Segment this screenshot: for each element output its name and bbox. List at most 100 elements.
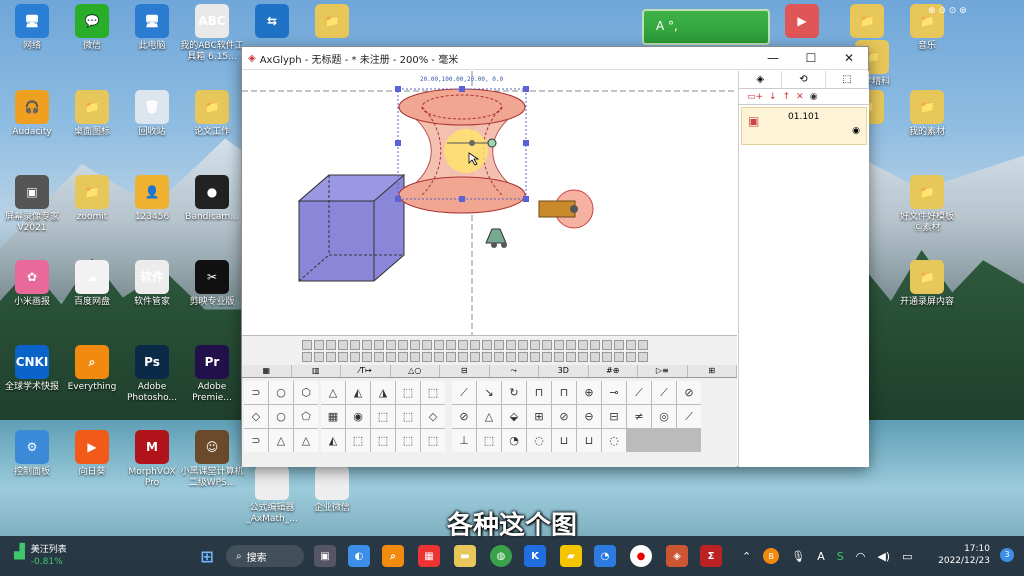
shape-tool-button[interactable]: ▦: [321, 405, 345, 428]
shape-tool-button[interactable]: ↘: [477, 381, 501, 404]
sticky-notes-icon[interactable]: ▰: [560, 545, 582, 567]
shape-tool-button[interactable]: ◇: [244, 405, 268, 428]
shape-tool-button[interactable]: ⬚: [396, 429, 420, 452]
stock-widget[interactable]: ▟ 美汪列表 -0.81%: [14, 544, 67, 568]
shape-tool-button[interactable]: ≠: [627, 405, 651, 428]
toolbar-row-1[interactable]: [302, 340, 648, 350]
shape-tool-button[interactable]: ⬡: [294, 381, 318, 404]
snipping-icon[interactable]: ◔: [594, 545, 616, 567]
layer-visibility-icon[interactable]: ◉: [852, 126, 860, 136]
microphone-icon[interactable]: 🎙: [791, 550, 805, 563]
shape-tool-button[interactable]: ⊕: [577, 381, 601, 404]
shape-tool-button[interactable]: ⬚: [371, 429, 395, 452]
desktop-icon-21[interactable]: Pr Adobe Premie...: [180, 345, 244, 404]
layer-item[interactable]: ▣ 01.101 ◉: [741, 107, 867, 145]
circle-shape[interactable]: [538, 189, 594, 229]
shape-tool-button[interactable]: ⟋: [677, 405, 701, 428]
browser-icon[interactable]: ◍: [490, 545, 512, 567]
store-icon[interactable]: ▦: [418, 545, 440, 567]
shape-tool-button[interactable]: ⊃: [244, 429, 268, 452]
shape-tool-button[interactable]: ◌: [527, 429, 551, 452]
tips-icon[interactable]: ◐: [348, 545, 370, 567]
desktop-right-icon-1[interactable]: 📁: [835, 4, 899, 41]
category-tab-2[interactable]: ⁄T↦: [341, 365, 391, 377]
shape-tool-button[interactable]: ⊞: [527, 405, 551, 428]
desktop-icon-5[interactable]: 📁: [300, 4, 364, 41]
close-button[interactable]: ✕: [830, 47, 868, 70]
shape-tool-button[interactable]: ○: [269, 381, 293, 404]
desktop-icon-18[interactable]: CNKI 全球学术快报: [0, 345, 64, 393]
shape-tool-button[interactable]: ⊘: [452, 405, 476, 428]
shape-tool-button[interactable]: ⊘: [677, 381, 701, 404]
eye-icon[interactable]: ◉: [810, 92, 818, 102]
desktop-icon-14[interactable]: ✿ 小米画报: [0, 260, 64, 308]
shape-tool-button[interactable]: ⊃: [244, 381, 268, 404]
shape-tool-button[interactable]: ⊓: [552, 381, 576, 404]
start-button[interactable]: ⊞: [196, 545, 218, 567]
app-taskbar-icon[interactable]: Σ: [700, 545, 722, 567]
shape-tool-button[interactable]: ⬚: [421, 381, 445, 404]
shape-tool-button[interactable]: ⟋: [627, 381, 651, 404]
desktop-right-icon-6[interactable]: 📁 好文件好模板 Ⓒ素材: [895, 175, 959, 234]
shape-tool-button[interactable]: ⬙: [502, 405, 526, 428]
tab-objects[interactable]: ⬚: [826, 71, 869, 88]
category-tab-5[interactable]: ⤳: [489, 365, 539, 377]
shape-tool-button[interactable]: ⟋: [452, 381, 476, 404]
move-down-icon[interactable]: ↓: [769, 92, 777, 102]
shape-tool-button[interactable]: ◎: [652, 405, 676, 428]
shape-tool-button[interactable]: ⬚: [477, 429, 501, 452]
chevron-up-icon[interactable]: ⌃: [742, 550, 751, 563]
shape-tool-button[interactable]: ⊓: [527, 381, 551, 404]
tab-layers[interactable]: ◈: [739, 71, 783, 88]
shape-tool-button[interactable]: ↻: [502, 381, 526, 404]
shape-tool-button[interactable]: ⊖: [577, 405, 601, 428]
delete-layer-icon[interactable]: ✕: [796, 92, 804, 102]
shape-tool-button[interactable]: ◇: [421, 405, 445, 428]
desktop-icon-10[interactable]: ▣ 屏幕录像专家V2021: [0, 175, 64, 234]
drawing-canvas[interactable]: 20.00,100.00,20.00, 0.0: [242, 71, 737, 335]
shape-tool-button[interactable]: ◮: [371, 381, 395, 404]
desktop-right-icon-7[interactable]: 📁 开通录屏内容: [895, 260, 959, 308]
shape-tool-button[interactable]: ⬚: [371, 405, 395, 428]
desktop-icon-12[interactable]: 👤 123456: [120, 175, 184, 223]
s-badge-icon[interactable]: S: [837, 550, 844, 563]
cube-shape[interactable]: [297, 174, 406, 282]
category-tab-9[interactable]: ⊞: [687, 365, 737, 377]
widget-controls[interactable]: ⊕ ⊝ ⊙ ⊚: [928, 6, 967, 16]
move-up-icon[interactable]: ↑: [783, 92, 791, 102]
shape-tool-button[interactable]: △: [477, 405, 501, 428]
desktop-icon-6[interactable]: 🎧 Audacity: [0, 90, 64, 138]
desktop-icon-20[interactable]: Ps Adobe Photosho...: [120, 345, 184, 404]
desktop-icon-4[interactable]: ⇆: [240, 4, 304, 41]
input-method-box[interactable]: A °,: [642, 9, 770, 45]
shape-tool-button[interactable]: △: [321, 381, 345, 404]
category-tab-1[interactable]: ▥: [291, 365, 341, 377]
title-bar[interactable]: ◈ AxGlyph - 无标题 - * 未注册 - 200% - 毫米 — ☐ …: [242, 47, 868, 70]
hyperboloid-shape[interactable]: [397, 88, 527, 214]
clock[interactable]: 17:10 2022/12/23: [938, 543, 990, 567]
desktop-icon-16[interactable]: 软件 软件管家: [120, 260, 184, 308]
desktop-right-icon-0[interactable]: ▶: [770, 4, 834, 41]
shape-tool-button[interactable]: ⊘: [552, 405, 576, 428]
input-language[interactable]: A: [817, 550, 825, 563]
shape-tool-button[interactable]: ◭: [346, 381, 370, 404]
desktop-icon-13[interactable]: ● Bandicam...: [180, 175, 244, 223]
add-layer-icon[interactable]: ▭+: [747, 92, 763, 102]
desktop-icon-15[interactable]: ☁ 百度网盘: [60, 260, 124, 308]
shape-tool-button[interactable]: ⬚: [396, 405, 420, 428]
toolbar-row-2[interactable]: [302, 352, 648, 362]
notification-badge[interactable]: 3: [1000, 548, 1014, 562]
shape-tool-button[interactable]: ⊔: [552, 429, 576, 452]
shape-tool-button[interactable]: ◔: [502, 429, 526, 452]
category-tab-6[interactable]: 3D: [539, 365, 589, 377]
tab-history[interactable]: ⟲: [782, 71, 826, 88]
shape-tool-button[interactable]: ⬚: [421, 429, 445, 452]
shape-tool-button[interactable]: ◭: [321, 429, 345, 452]
task-view-icon[interactable]: ▣: [314, 545, 336, 567]
shape-tool-button[interactable]: ⬠: [294, 405, 318, 428]
category-tab-4[interactable]: ⊟: [440, 365, 490, 377]
shape-tool-button[interactable]: ⊟: [602, 405, 626, 428]
desktop-icon-17[interactable]: ✂ 剪映专业版: [180, 260, 244, 308]
desktop-icon-7[interactable]: 📁 桌面图标: [60, 90, 124, 138]
file-explorer-icon[interactable]: ▬: [454, 545, 476, 567]
